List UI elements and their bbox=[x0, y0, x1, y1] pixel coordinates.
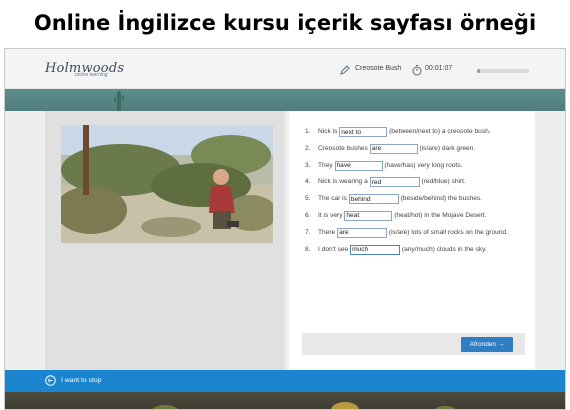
brand-logo[interactable]: Holmwoods online learning bbox=[45, 59, 125, 83]
finish-button[interactable]: Afronden → bbox=[461, 337, 513, 352]
item-text-after: (heat/hot) in the Mojave Desert. bbox=[392, 211, 487, 219]
lesson-name: Creosote Bush bbox=[355, 65, 402, 72]
answer-field-1[interactable] bbox=[339, 127, 388, 137]
desert-ground bbox=[5, 392, 565, 409]
item-number: 8. bbox=[305, 245, 311, 253]
cactus-decoration bbox=[114, 91, 124, 111]
stop-link[interactable]: I want to stop bbox=[61, 377, 101, 384]
desert-banner bbox=[5, 89, 565, 111]
item-text-after: (is/are) lots of small rocks on the grou… bbox=[387, 228, 508, 236]
item-number: 5. bbox=[305, 195, 311, 203]
exercise-item: 3. They (have/has) very long roots. bbox=[305, 160, 527, 171]
exercise-item: 8. I don't see (any/much) clouds in the … bbox=[305, 244, 527, 255]
progress-bar bbox=[477, 69, 529, 73]
item-number: 4. bbox=[305, 178, 311, 186]
answer-field-8[interactable] bbox=[350, 244, 401, 255]
timer-value: 00:01:07 bbox=[425, 65, 453, 72]
exercise-item: 5. The car is (beside/behind) the bushes… bbox=[305, 194, 527, 205]
item-text-after: (between/next to) a creosote bush. bbox=[387, 128, 491, 135]
answer-field-3[interactable] bbox=[334, 160, 383, 171]
exercise-item: 2. Creosote bushes (is/are) dark green. bbox=[305, 143, 527, 154]
answer-field-2[interactable] bbox=[369, 143, 418, 154]
logo-subtext: online learning bbox=[75, 72, 108, 78]
item-text-before: I don't see bbox=[318, 245, 351, 253]
item-text-after: (any/much) clouds in the sky. bbox=[400, 245, 487, 253]
timer-icon bbox=[412, 65, 422, 76]
exercise-list: 1. Nick is (between/next to) a creosote … bbox=[305, 127, 527, 261]
answer-field-5[interactable] bbox=[348, 194, 399, 205]
exercise-item: 1. Nick is (between/next to) a creosote … bbox=[305, 127, 527, 137]
item-text-after: (have/has) very long roots. bbox=[382, 161, 463, 169]
app-window: Holmwoods online learning Creosote Bush … bbox=[4, 48, 566, 410]
item-number: 1. bbox=[305, 128, 311, 135]
item-text-before: Nick is bbox=[318, 128, 340, 135]
item-text-before: Creosote bushes bbox=[318, 144, 370, 152]
exit-icon[interactable] bbox=[45, 375, 56, 386]
stop-bar: I want to stop bbox=[5, 370, 565, 392]
exercise-item: 6. It is very (heat/hot) in the Mojave D… bbox=[305, 210, 527, 221]
item-number: 3. bbox=[305, 161, 311, 169]
top-bar: Holmwoods online learning Creosote Bush … bbox=[5, 49, 565, 89]
exercise-item: 7. There (is/are) lots of small rocks on… bbox=[305, 227, 527, 238]
item-text-before: The car is bbox=[318, 195, 349, 203]
pencil-icon bbox=[340, 65, 350, 75]
answer-field-7[interactable] bbox=[337, 227, 388, 238]
answer-field-4[interactable] bbox=[369, 177, 420, 188]
item-text-before: They bbox=[318, 161, 335, 169]
item-text-before: Nick is wearing a bbox=[318, 178, 370, 186]
progress-fill bbox=[477, 69, 480, 73]
item-number: 7. bbox=[305, 228, 311, 236]
item-number: 2. bbox=[305, 144, 311, 152]
exercise-item: 4. Nick is wearing a (red/blue) shirt. bbox=[305, 177, 527, 188]
answer-field-6[interactable] bbox=[344, 210, 393, 221]
page-caption: Online İngilizce kursu içerik sayfası ör… bbox=[33, 11, 537, 35]
item-text-before: There bbox=[318, 228, 338, 236]
item-text-before: It is very bbox=[318, 211, 345, 219]
item-text-after: (is/are) dark green. bbox=[417, 144, 476, 152]
lesson-photo bbox=[61, 125, 273, 243]
ground-decoration bbox=[152, 402, 456, 409]
item-text-after: (beside/behind) the bushes. bbox=[398, 195, 482, 203]
item-number: 6. bbox=[305, 211, 311, 219]
item-text-after: (red/blue) shirt. bbox=[419, 178, 466, 186]
